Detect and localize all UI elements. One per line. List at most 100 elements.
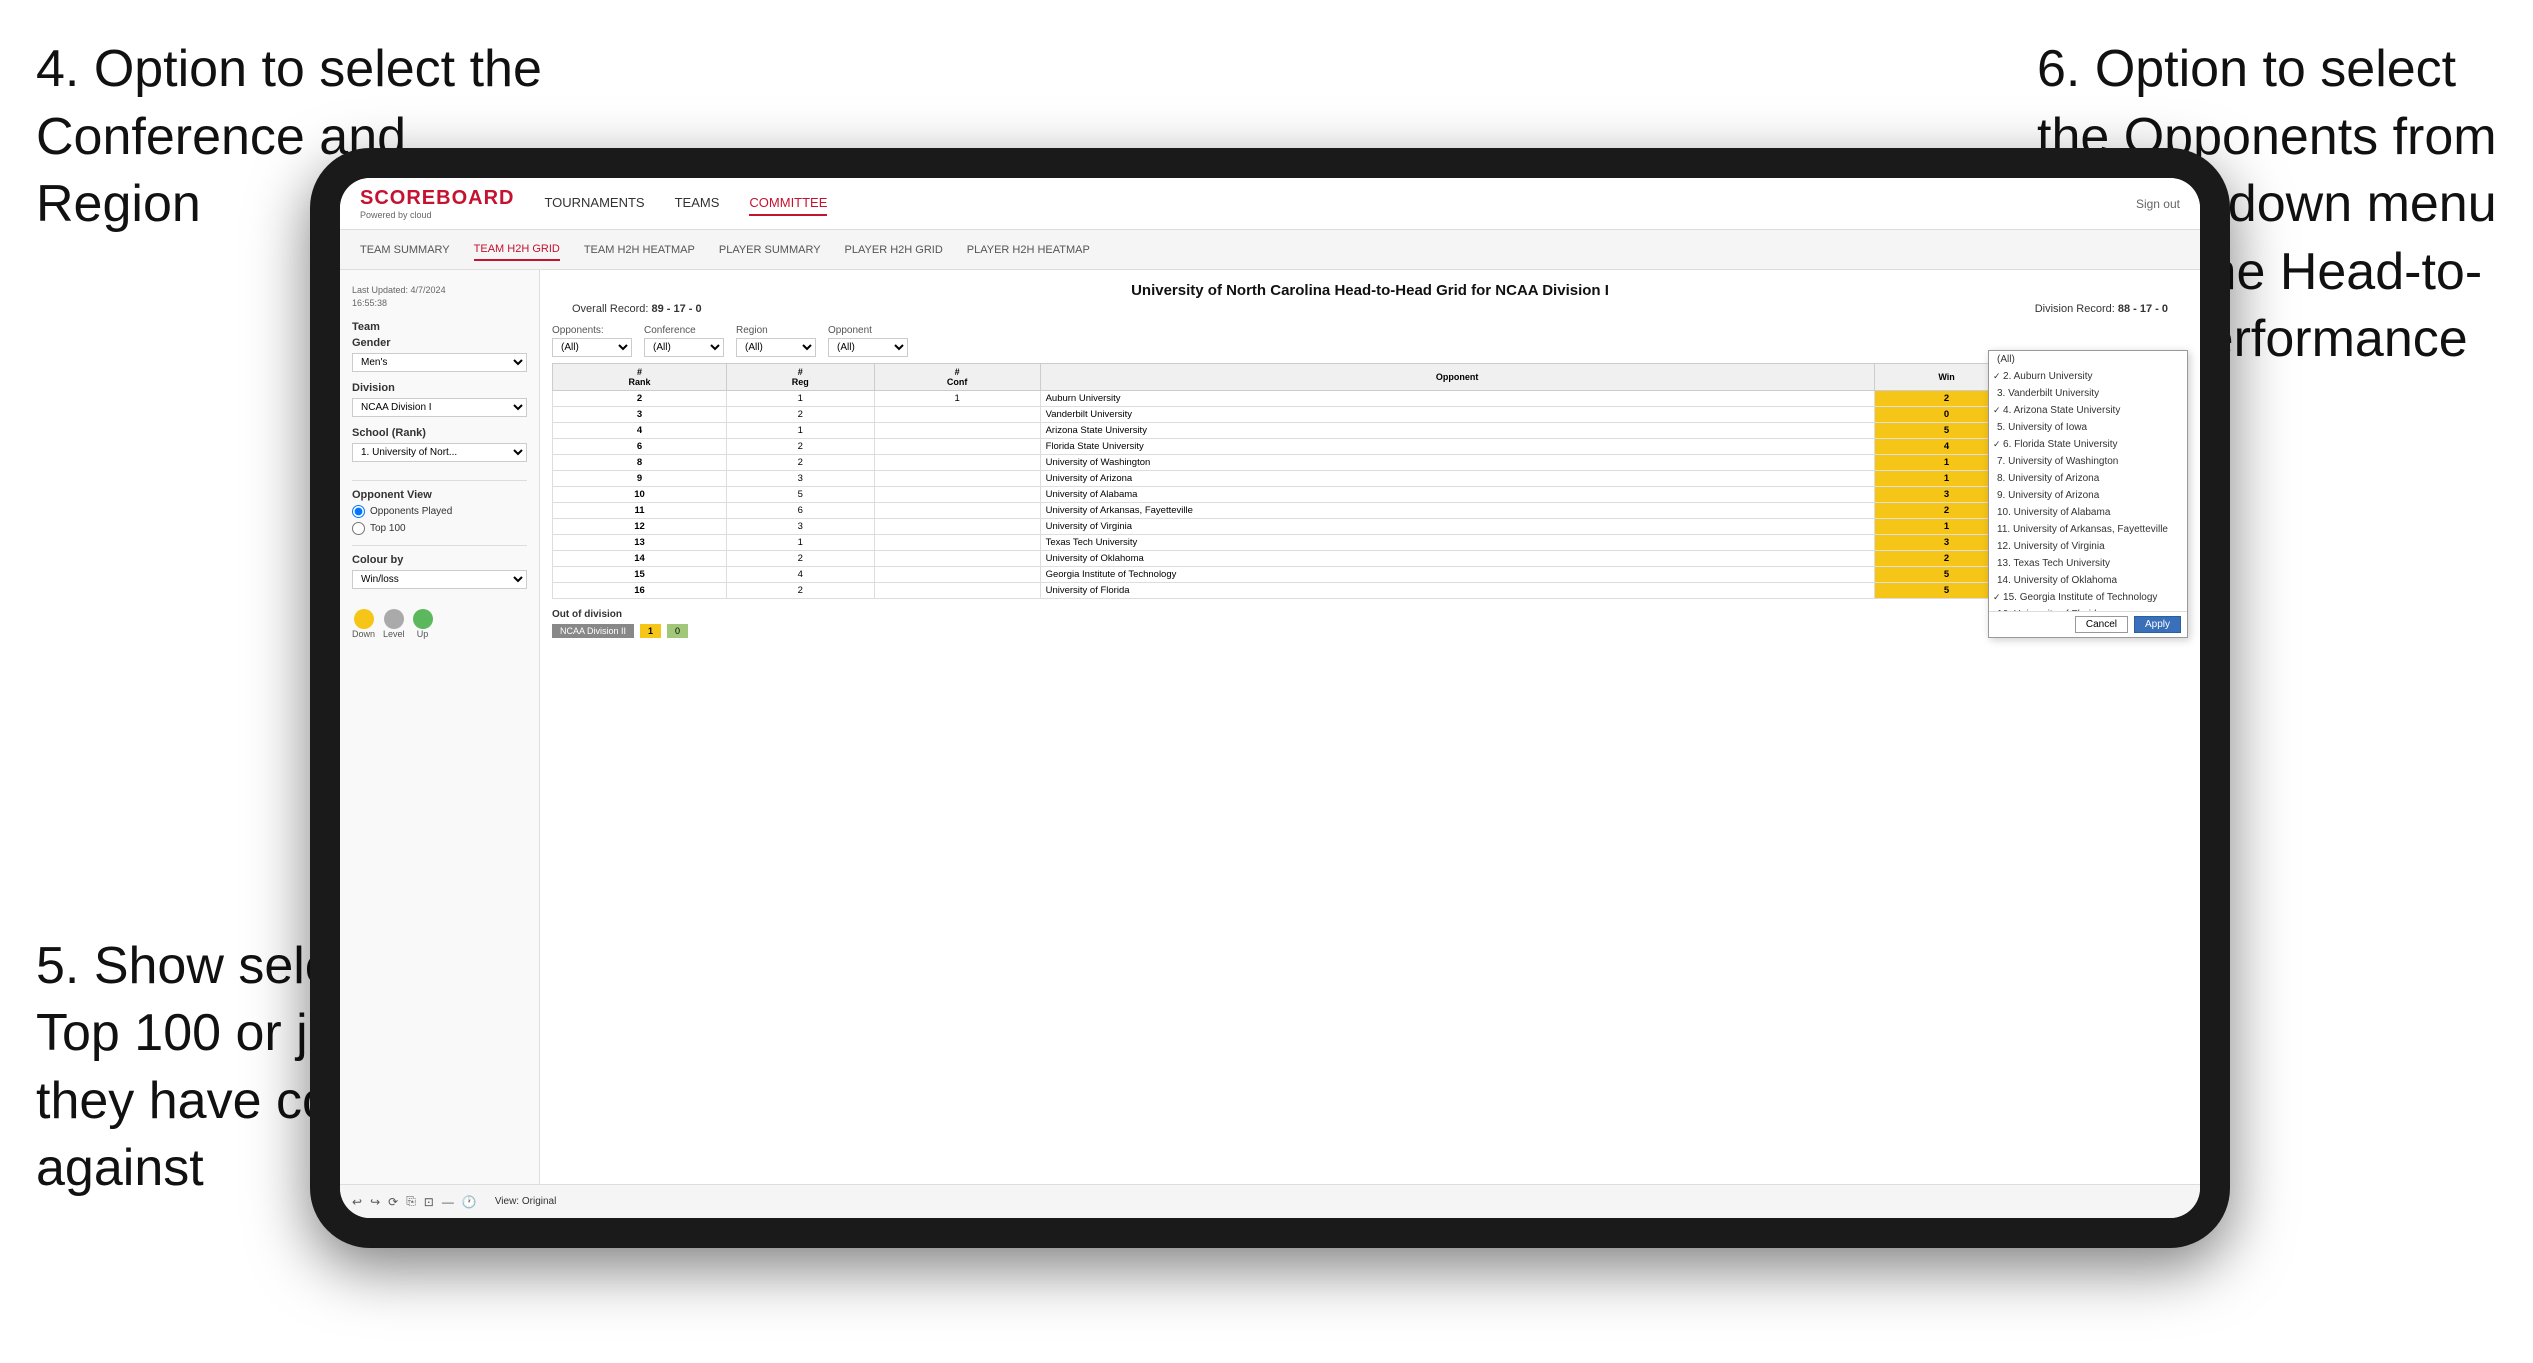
table-row: 116University of Arkansas, Fayetteville2…: [553, 503, 2188, 519]
toolbar: ↩ ↪ ⟳ ⎘ ⊡ — 🕐 View: Original: [340, 1184, 2200, 1218]
dropdown-item[interactable]: 14. University of Oklahoma: [1989, 572, 2187, 589]
division-row: NCAA Division II 1 0: [552, 624, 2188, 638]
opponent-select[interactable]: (All): [828, 338, 908, 357]
col-rank: #Rank: [553, 364, 727, 391]
subnav-team-summary[interactable]: TEAM SUMMARY: [360, 240, 450, 260]
dropdown-item[interactable]: 2. Auburn University: [1989, 368, 2187, 385]
col-reg: #Reg: [726, 364, 874, 391]
table-row: 105University of Alabama30: [553, 487, 2188, 503]
cell-opponent: Auburn University: [1040, 391, 1874, 407]
sidebar: Last Updated: 4/7/2024 16:55:38 Team Gen…: [340, 270, 540, 1184]
division-win: 1: [640, 624, 661, 638]
toolbar-view-label: View: Original: [495, 1196, 557, 1207]
record-line: Overall Record: 89 - 17 - 0 Division Rec…: [552, 303, 2188, 315]
undo-icon[interactable]: ↩: [352, 1195, 362, 1209]
cell-opponent: University of Arizona: [1040, 471, 1874, 487]
col-opponent: Opponent: [1040, 364, 1874, 391]
dropdown-footer: Cancel Apply: [1989, 611, 2187, 637]
main-content: Last Updated: 4/7/2024 16:55:38 Team Gen…: [340, 270, 2200, 1184]
subnav-team-h2h-heatmap[interactable]: TEAM H2H HEATMAP: [584, 240, 695, 260]
nav-tournaments[interactable]: TOURNAMENTS: [544, 191, 644, 216]
conference-select[interactable]: (All): [644, 338, 724, 357]
dropdown-apply-button[interactable]: Apply: [2134, 616, 2181, 633]
nav-links: TOURNAMENTS TEAMS COMMITTEE: [544, 191, 2136, 216]
tablet-screen: SCOREBOARD Powered by cloud TOURNAMENTS …: [340, 178, 2200, 1218]
dropdown-item[interactable]: (All): [1989, 351, 2187, 368]
cell-rank: 11: [553, 503, 727, 519]
cell-conf: [874, 567, 1040, 583]
copy-icon[interactable]: ⎘: [406, 1194, 416, 1209]
cell-reg: 6: [726, 503, 874, 519]
nav-committee[interactable]: COMMITTEE: [749, 191, 827, 216]
cell-rank: 15: [553, 567, 727, 583]
sidebar-school-label: School (Rank): [352, 427, 527, 439]
dropdown-item[interactable]: 13. Texas Tech University: [1989, 555, 2187, 572]
sidebar-gender-select[interactable]: Men's: [352, 353, 527, 372]
dropdown-cancel-button[interactable]: Cancel: [2075, 616, 2128, 633]
cell-rank: 4: [553, 423, 727, 439]
table-row: 32Vanderbilt University04: [553, 407, 2188, 423]
cell-reg: 3: [726, 471, 874, 487]
out-division-label: Out of division: [552, 609, 2188, 620]
opponent-dropdown[interactable]: (All)2. Auburn University3. Vanderbilt U…: [1988, 350, 2188, 638]
redo-icon[interactable]: ↪: [370, 1195, 380, 1209]
cell-reg: 2: [726, 407, 874, 423]
refresh-icon[interactable]: ⟳: [388, 1195, 398, 1209]
clock-icon[interactable]: 🕐: [462, 1195, 477, 1209]
sidebar-division-label: Division: [352, 382, 527, 394]
dropdown-item[interactable]: 11. University of Arkansas, Fayetteville: [1989, 521, 2187, 538]
cell-rank: 9: [553, 471, 727, 487]
dropdown-item[interactable]: 7. University of Washington: [1989, 453, 2187, 470]
nav-signout[interactable]: Sign out: [2136, 197, 2180, 211]
cell-conf: [874, 455, 1040, 471]
cell-opponent: Texas Tech University: [1040, 535, 1874, 551]
cell-opponent: University of Oklahoma: [1040, 551, 1874, 567]
radio-top100[interactable]: Top 100: [352, 522, 527, 535]
sidebar-team-label: Team: [352, 321, 527, 333]
opponents-select[interactable]: (All): [552, 338, 632, 357]
subnav-player-h2h-heatmap[interactable]: PLAYER H2H HEATMAP: [967, 240, 1090, 260]
table-row: 123University of Virginia11: [553, 519, 2188, 535]
color-label: Colour by: [352, 554, 527, 566]
subnav-player-h2h-grid[interactable]: PLAYER H2H GRID: [845, 240, 943, 260]
cell-reg: 1: [726, 535, 874, 551]
cell-opponent: University of Arkansas, Fayetteville: [1040, 503, 1874, 519]
dropdown-item[interactable]: 12. University of Virginia: [1989, 538, 2187, 555]
radio-opponents-played[interactable]: Opponents Played: [352, 505, 527, 518]
dash-icon[interactable]: —: [442, 1195, 454, 1209]
cell-opponent: Arizona State University: [1040, 423, 1874, 439]
dropdown-item[interactable]: 5. University of Iowa: [1989, 419, 2187, 436]
cell-conf: [874, 423, 1040, 439]
dropdown-item[interactable]: 8. University of Arizona: [1989, 470, 2187, 487]
dropdown-item[interactable]: 4. Arizona State University: [1989, 402, 2187, 419]
region-select[interactable]: (All): [736, 338, 816, 357]
table-row: 162University of Florida51: [553, 583, 2188, 599]
table-row: 82University of Washington10: [553, 455, 2188, 471]
dropdown-item[interactable]: 15. Georgia Institute of Technology: [1989, 589, 2187, 606]
crop-icon[interactable]: ⊡: [424, 1195, 434, 1209]
table-row: 131Texas Tech University30: [553, 535, 2188, 551]
cell-conf: [874, 439, 1040, 455]
subnav-player-summary[interactable]: PLAYER SUMMARY: [719, 240, 821, 260]
subnav-team-h2h-grid[interactable]: TEAM H2H GRID: [474, 239, 560, 261]
cell-reg: 3: [726, 519, 874, 535]
cell-rank: 2: [553, 391, 727, 407]
sidebar-school-select[interactable]: 1. University of Nort...: [352, 443, 527, 462]
sidebar-division-select[interactable]: NCAA Division I: [352, 398, 527, 417]
cell-reg: 2: [726, 439, 874, 455]
cell-rank: 12: [553, 519, 727, 535]
dropdown-item[interactable]: 6. Florida State University: [1989, 436, 2187, 453]
data-table: #Rank #Reg #Conf Opponent Win Loss 211Au…: [552, 363, 2188, 599]
dropdown-item[interactable]: 9. University of Arizona: [1989, 487, 2187, 504]
data-area: University of North Carolina Head-to-Hea…: [540, 270, 2200, 1184]
opponents-filter-group: Opponents: (All): [552, 325, 632, 357]
cell-conf: [874, 551, 1040, 567]
cell-opponent: University of Virginia: [1040, 519, 1874, 535]
dropdown-item[interactable]: 10. University of Alabama: [1989, 504, 2187, 521]
table-row: 154Georgia Institute of Technology50: [553, 567, 2188, 583]
dropdown-item[interactable]: 3. Vanderbilt University: [1989, 385, 2187, 402]
conference-filter-group: Conference (All): [644, 325, 724, 357]
nav-teams[interactable]: TEAMS: [675, 191, 720, 216]
region-filter-group: Region (All): [736, 325, 816, 357]
color-select[interactable]: Win/loss: [352, 570, 527, 589]
